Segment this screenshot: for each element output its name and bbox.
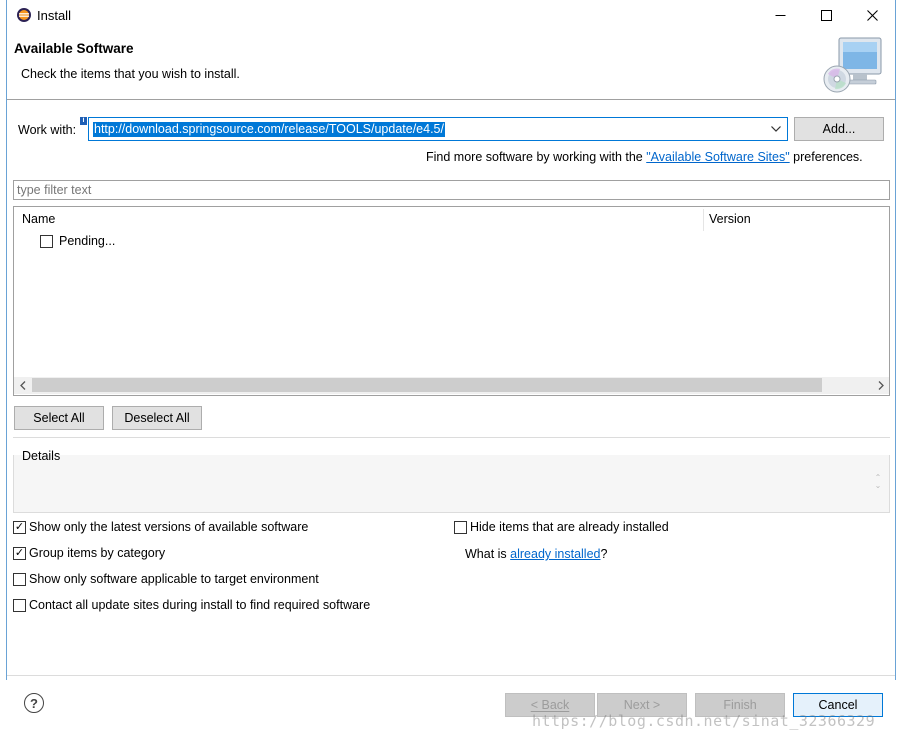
column-divider[interactable] bbox=[703, 209, 704, 231]
details-scroll-icon: ⌃ ⌄ bbox=[874, 473, 882, 490]
table-row[interactable]: Pending... bbox=[40, 234, 115, 248]
already-installed-link[interactable]: already installed bbox=[510, 547, 600, 561]
back-button-label: < Back bbox=[530, 698, 570, 712]
maximize-button[interactable] bbox=[803, 0, 849, 30]
what-is-prefix: What is bbox=[465, 547, 511, 561]
option-group-by-category[interactable]: ✓ Group items by category bbox=[13, 546, 165, 560]
deselect-all-button[interactable]: Deselect All bbox=[112, 406, 202, 430]
details-divider bbox=[13, 437, 890, 438]
option-target-environment[interactable]: Show only software applicable to target … bbox=[13, 572, 319, 586]
option-latest-versions-label: Show only the latest versions of availab… bbox=[29, 520, 309, 534]
option-hide-installed[interactable]: Hide items that are already installed bbox=[454, 520, 669, 534]
horizontal-scrollbar[interactable] bbox=[14, 377, 889, 394]
work-with-value[interactable]: http://download.springsource.com/release… bbox=[93, 122, 445, 137]
page-title: Available Software bbox=[14, 41, 134, 56]
minimize-button[interactable] bbox=[757, 0, 803, 30]
option-group-by-category-label: Group items by category bbox=[29, 546, 166, 560]
find-more-prefix: Find more software by working with the bbox=[426, 150, 647, 164]
find-more-suffix: preferences. bbox=[789, 150, 863, 164]
footer-divider bbox=[7, 675, 895, 676]
maximize-icon bbox=[820, 9, 832, 21]
scroll-right-icon[interactable] bbox=[872, 377, 889, 394]
checkbox-group-by-category[interactable]: ✓ bbox=[13, 546, 26, 560]
select-all-button[interactable]: Select All bbox=[14, 406, 104, 430]
info-icon: i bbox=[80, 117, 87, 125]
scroll-left-icon[interactable] bbox=[14, 377, 31, 394]
next-button-label: Next > bbox=[623, 698, 661, 712]
what-is-suffix: ? bbox=[600, 547, 608, 561]
row-name: Pending... bbox=[59, 234, 116, 248]
checkbox-latest-versions[interactable]: ✓ bbox=[13, 520, 26, 534]
find-more-text: Find more software by working with the "… bbox=[426, 150, 863, 164]
filter-input[interactable] bbox=[13, 180, 890, 200]
close-icon bbox=[866, 9, 878, 21]
page-subtitle: Check the items that you wish to install… bbox=[21, 67, 240, 81]
eclipse-icon bbox=[17, 8, 31, 22]
work-with-combo[interactable]: http://download.springsource.com/release… bbox=[88, 117, 788, 141]
scrollbar-thumb[interactable] bbox=[32, 378, 822, 392]
column-header-version[interactable]: Version bbox=[709, 212, 751, 226]
option-hide-installed-label: Hide items that are already installed bbox=[470, 520, 669, 534]
watermark: https://blog.csdn.net/sinat_32366329 bbox=[532, 712, 876, 730]
minimize-icon bbox=[775, 14, 785, 16]
details-label: Details bbox=[22, 449, 61, 463]
row-checkbox[interactable] bbox=[40, 234, 53, 248]
checkbox-contact-sites[interactable] bbox=[13, 598, 26, 612]
checkbox-target-environment[interactable] bbox=[13, 572, 26, 586]
header-banner: Available Software Check the items that … bbox=[7, 30, 895, 100]
column-header-name[interactable]: Name bbox=[22, 212, 55, 226]
title-bar: Install bbox=[0, 0, 903, 30]
chevron-down-icon[interactable] bbox=[767, 121, 785, 137]
window-title: Install bbox=[37, 8, 71, 23]
option-target-environment-label: Show only software applicable to target … bbox=[29, 572, 319, 586]
install-dialog: Install Available Software Check the ite… bbox=[0, 0, 903, 742]
option-latest-versions[interactable]: ✓ Show only the latest versions of avail… bbox=[13, 520, 308, 534]
checkbox-hide-installed[interactable] bbox=[454, 520, 467, 534]
work-with-label: Work with: bbox=[18, 123, 77, 137]
software-table: Name Version Pending... bbox=[13, 206, 890, 396]
details-area bbox=[13, 455, 890, 513]
add-button[interactable]: Add... bbox=[794, 117, 884, 141]
close-button[interactable] bbox=[849, 0, 895, 30]
option-contact-sites-label: Contact all update sites during install … bbox=[29, 598, 371, 612]
available-software-sites-link[interactable]: "Available Software Sites" bbox=[646, 150, 789, 164]
what-is-installed-text: What is already installed? bbox=[465, 547, 607, 561]
help-icon[interactable]: ? bbox=[24, 693, 44, 713]
install-monitor-cd-icon bbox=[823, 37, 882, 93]
option-contact-sites[interactable]: Contact all update sites during install … bbox=[13, 598, 370, 612]
